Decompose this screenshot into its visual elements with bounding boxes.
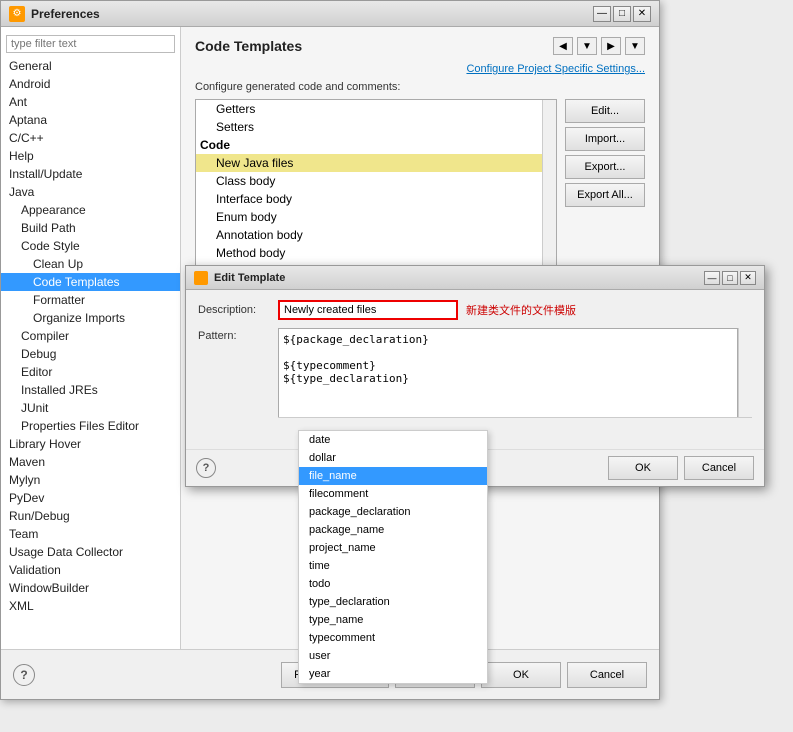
var-item-time[interactable]: time [299,557,487,575]
filter-input[interactable] [6,35,175,53]
dialog-help-button[interactable]: ? [196,458,216,478]
sidebar-item-installupdate[interactable]: Install/Update [1,165,180,183]
preferences-title-bar: ⚙ Preferences — □ ✕ [1,1,659,27]
edit-button[interactable]: Edit... [565,99,645,123]
ok-button[interactable]: OK [481,662,561,688]
sidebar-item-ant[interactable]: Ant [1,93,180,111]
export-button[interactable]: Export... [565,155,645,179]
nav-arrows: ◀ ▼ ▶ ▼ [553,37,645,55]
sidebar-item-properties-files-editor[interactable]: Properties Files Editor [1,417,180,435]
template-section-code: Code [196,136,542,154]
dialog-maximize-button[interactable]: □ [722,271,738,285]
dialog-minimize-button[interactable]: — [704,271,720,285]
sidebar-item-pydev[interactable]: PyDev [1,489,180,507]
close-button[interactable]: ✕ [633,6,651,22]
sidebar-item-editor[interactable]: Editor [1,363,180,381]
sidebar-item-team[interactable]: Team [1,525,180,543]
sidebar-item-rundebug[interactable]: Run/Debug [1,507,180,525]
sidebar-item-mylyn[interactable]: Mylyn [1,471,180,489]
nav-forward-button[interactable]: ▶ [601,37,621,55]
var-item-year[interactable]: year [299,665,487,683]
sidebar-item-java[interactable]: Java [1,183,180,201]
variables-dropdown: datedollarfile_namefilecommentpackage_de… [298,430,488,684]
pattern-label: Pattern: [198,330,278,342]
sidebar-item-compiler[interactable]: Compiler [1,327,180,345]
sidebar-item-general[interactable]: General [1,57,180,75]
description-input[interactable] [278,300,458,320]
var-item-package_name[interactable]: package_name [299,521,487,539]
sidebar-item-organize-imports[interactable]: Organize Imports [1,309,180,327]
var-item-package_declaration[interactable]: package_declaration [299,503,487,521]
sidebar-item-android[interactable]: Android [1,75,180,93]
preferences-title: Preferences [31,7,100,21]
var-item-date[interactable]: date [299,431,487,449]
sidebar: GeneralAndroidAntAptanaC/C++HelpInstall/… [1,27,181,649]
maximize-button[interactable]: □ [613,6,631,22]
dialog-title-icon [194,271,208,285]
sidebar-item-aptana[interactable]: Aptana [1,111,180,129]
var-item-filecomment[interactable]: filecomment [299,485,487,503]
var-item-type_declaration[interactable]: type_declaration [299,593,487,611]
dialog-ok-button[interactable]: OK [608,456,678,480]
configure-desc: Configure generated code and comments: [195,81,645,93]
dialog-title: Edit Template [214,272,285,284]
description-hint: 新建类文件的文件模版 [466,302,576,318]
export-all-button[interactable]: Export All... [565,183,645,207]
template-item-enum-body[interactable]: Enum body [196,208,542,226]
template-item-annotation-body[interactable]: Annotation body [196,226,542,244]
configure-link[interactable]: Configure Project Specific Settings... [195,63,645,75]
pattern-textarea[interactable]: ${package_declaration} ${typecomment} ${… [278,328,738,428]
minimize-button[interactable]: — [593,6,611,22]
sidebar-item-help[interactable]: Help [1,147,180,165]
template-item-class-body[interactable]: Class body [196,172,542,190]
cancel-button[interactable]: Cancel [567,662,647,688]
sidebar-item-validation[interactable]: Validation [1,561,180,579]
var-item-typecomment[interactable]: typecomment [299,629,487,647]
dialog-title-bar: Edit Template — □ ✕ [186,266,764,290]
sidebar-item-code-templates[interactable]: Code Templates [1,273,180,291]
preferences-icon: ⚙ [9,6,25,22]
sidebar-item-cc[interactable]: C/C++ [1,129,180,147]
sidebar-item-debug[interactable]: Debug [1,345,180,363]
nav-forward-dropdown-button[interactable]: ▼ [625,37,645,55]
template-item-method-body[interactable]: Method body [196,244,542,262]
nav-dropdown-button[interactable]: ▼ [577,37,597,55]
sidebar-item-clean-up[interactable]: Clean Up [1,255,180,273]
var-item-file_name[interactable]: file_name [299,467,487,485]
template-item-setters[interactable]: Setters [196,118,542,136]
sidebar-item-code-style[interactable]: Code Style [1,237,180,255]
sidebar-item-junit[interactable]: JUnit [1,399,180,417]
dialog-close-button[interactable]: ✕ [740,271,756,285]
import-button[interactable]: Import... [565,127,645,151]
sidebar-item-build-path[interactable]: Build Path [1,219,180,237]
dialog-body: Description: 新建类文件的文件模版 Pattern: ${packa… [186,290,764,449]
var-item-dollar[interactable]: dollar [299,449,487,467]
template-item-interface-body[interactable]: Interface body [196,190,542,208]
sidebar-item-xml[interactable]: XML [1,597,180,615]
var-item-todo[interactable]: todo [299,575,487,593]
sidebar-item-installed-jres[interactable]: Installed JREs [1,381,180,399]
var-item-type_name[interactable]: type_name [299,611,487,629]
nav-back-button[interactable]: ◀ [553,37,573,55]
var-item-user[interactable]: user [299,647,487,665]
sidebar-item-formatter[interactable]: Formatter [1,291,180,309]
sidebar-item-usage-data-collector[interactable]: Usage Data Collector [1,543,180,561]
content-title: Code Templates [195,38,302,54]
help-button[interactable]: ? [13,664,35,686]
sidebar-item-maven[interactable]: Maven [1,453,180,471]
dialog-cancel-button[interactable]: Cancel [684,456,754,480]
sidebar-item-library-hover[interactable]: Library Hover [1,435,180,453]
sidebar-item-appearance[interactable]: Appearance [1,201,180,219]
var-item-project_name[interactable]: project_name [299,539,487,557]
template-item-new-java-files[interactable]: New Java files [196,154,542,172]
description-label: Description: [198,304,278,316]
sidebar-item-windowbuilder[interactable]: WindowBuilder [1,579,180,597]
template-item-getters[interactable]: Getters [196,100,542,118]
